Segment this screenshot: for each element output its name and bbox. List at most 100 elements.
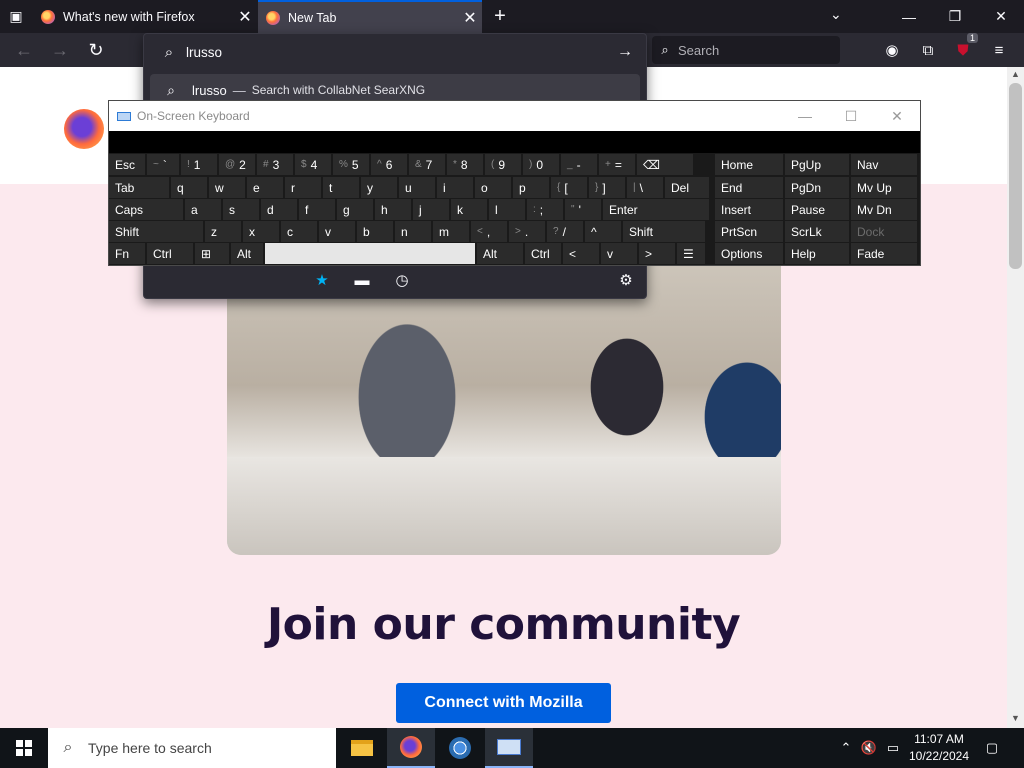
osk-key-symbol[interactable]: :; xyxy=(527,199,563,220)
history-clock-icon[interactable]: ◷ xyxy=(392,270,412,290)
osk-key-mv-up[interactable]: Mv Up xyxy=(851,177,917,198)
chevron-down-icon[interactable]: ⌄ xyxy=(830,6,842,23)
osk-key-pause[interactable]: Pause xyxy=(785,199,849,220)
osk-key-z[interactable]: z xyxy=(205,221,241,242)
osk-key-v[interactable]: v xyxy=(601,243,637,264)
osk-key-alt[interactable]: Alt xyxy=(231,243,263,264)
osk-key-w[interactable]: w xyxy=(209,177,245,198)
osk-key-shift[interactable]: Shift xyxy=(623,221,705,242)
scroll-down-icon[interactable]: ▼ xyxy=(1010,713,1021,723)
menu-icon[interactable]: ≡ xyxy=(988,39,1010,61)
osk-key-alt[interactable]: Alt xyxy=(477,243,523,264)
osk-close-button[interactable]: ✕ xyxy=(874,108,920,125)
file-explorer-icon[interactable] xyxy=(338,728,386,768)
clock[interactable]: 11:07 AM 10/22/2024 xyxy=(904,731,974,765)
volume-muted-icon[interactable]: 🔇 xyxy=(858,728,880,768)
forward-button[interactable]: → xyxy=(48,38,72,62)
osk-key-g[interactable]: g xyxy=(337,199,373,220)
osk-key-symbol[interactable]: ^ xyxy=(585,221,621,242)
scrollbar-thumb[interactable] xyxy=(1009,83,1022,269)
chrome-taskbar-icon[interactable] xyxy=(436,728,484,768)
firefox-taskbar-icon[interactable] xyxy=(387,728,435,768)
osk-key-prtscn[interactable]: PrtScn xyxy=(715,221,783,242)
osk-key-p[interactable]: p xyxy=(513,177,549,198)
osk-key-f[interactable]: f xyxy=(299,199,335,220)
osk-key-options[interactable]: Options xyxy=(715,243,783,264)
osk-key-shift[interactable]: Shift xyxy=(109,221,203,242)
osk-key-insert[interactable]: Insert xyxy=(715,199,783,220)
osk-key-home[interactable]: Home xyxy=(715,154,783,175)
osk-key-esc[interactable]: Esc xyxy=(109,154,145,175)
osk-key-enter[interactable]: Enter xyxy=(603,199,709,220)
osk-key-h[interactable]: h xyxy=(375,199,411,220)
osk-key-tab[interactable]: Tab xyxy=(109,177,169,198)
osk-key-del[interactable]: Del xyxy=(665,177,709,198)
osk-key-1[interactable]: ! 1 xyxy=(181,154,217,175)
osk-key-d[interactable]: d xyxy=(261,199,297,220)
osk-key-4[interactable]: $4 xyxy=(295,154,331,175)
minimize-button[interactable]: — xyxy=(886,0,932,33)
osk-key-c[interactable]: c xyxy=(281,221,317,242)
osk-key-nav[interactable]: Nav xyxy=(851,154,917,175)
osk-key-scrlk[interactable]: ScrLk xyxy=(785,221,849,242)
osk-key-symbol[interactable]: <, xyxy=(471,221,507,242)
osk-key-l[interactable]: l xyxy=(489,199,525,220)
osk-key-symbol[interactable]: {[ xyxy=(551,177,587,198)
start-button[interactable] xyxy=(0,728,48,768)
restore-button[interactable]: ❐ xyxy=(932,0,978,33)
osk-key-dock[interactable]: Dock xyxy=(851,221,917,242)
network-icon[interactable]: ▭ xyxy=(882,728,904,768)
osk-key-5[interactable]: % 5 xyxy=(333,154,369,175)
osk-key-symbol[interactable]: < xyxy=(563,243,599,264)
osk-key-symbol[interactable]: | \ xyxy=(627,177,663,198)
go-arrow-icon[interactable]: → xyxy=(610,43,640,61)
taskbar-search[interactable]: ⌕ Type here to search xyxy=(48,728,336,768)
osk-minimize-button[interactable]: — xyxy=(782,108,828,124)
osk-key-fade[interactable]: Fade xyxy=(851,243,917,264)
osk-key-caps[interactable]: Caps xyxy=(109,199,183,220)
page-scrollbar[interactable]: ▲ ▼ xyxy=(1007,67,1024,728)
osk-key-n[interactable]: n xyxy=(395,221,431,242)
connect-button[interactable]: Connect with Mozilla xyxy=(396,683,611,723)
chevron-up-icon[interactable]: ⌃ xyxy=(836,728,856,768)
osk-key-symbol[interactable]: ~ ` xyxy=(147,154,179,175)
notifications-icon[interactable]: ▢ xyxy=(980,728,1004,768)
osk-key-symbol[interactable]: + = xyxy=(599,154,635,175)
close-tab-icon[interactable]: ✕ xyxy=(458,8,482,28)
back-button[interactable]: ← xyxy=(12,38,36,62)
osk-key-b[interactable]: b xyxy=(357,221,393,242)
osk-key-y[interactable]: y xyxy=(361,177,397,198)
osk-key-q[interactable]: q xyxy=(171,177,207,198)
osk-key-r[interactable]: r xyxy=(285,177,321,198)
close-tab-icon[interactable]: ✕ xyxy=(233,7,257,27)
tabs-icon[interactable]: ▬ xyxy=(352,270,372,290)
osk-key-k[interactable]: k xyxy=(451,199,487,220)
osk-key-0[interactable]: ) 0 xyxy=(523,154,559,175)
new-tab-button[interactable]: + xyxy=(486,0,514,33)
osk-key-2[interactable]: @2 xyxy=(219,154,255,175)
search-box[interactable]: ⌕ Search xyxy=(652,36,840,64)
reload-button[interactable]: ↻ xyxy=(84,38,108,62)
osk-key-ctrl[interactable]: Ctrl xyxy=(147,243,193,264)
account-icon[interactable]: ◉ xyxy=(881,39,903,61)
osk-key-end[interactable]: End xyxy=(715,177,783,198)
osk-taskbar-icon[interactable] xyxy=(485,728,533,768)
osk-key-u[interactable]: u xyxy=(399,177,435,198)
settings-gear-icon[interactable]: ⚙ xyxy=(616,270,636,290)
url-input[interactable]: ⌕ lrusso → xyxy=(152,39,640,65)
osk-key-symbol[interactable]: " ' xyxy=(565,199,601,220)
tab-new-tab[interactable]: New Tab ✕ xyxy=(258,0,482,33)
osk-key-e[interactable]: e xyxy=(247,177,283,198)
osk-key-o[interactable]: o xyxy=(475,177,511,198)
osk-key-a[interactable]: a xyxy=(185,199,221,220)
close-window-button[interactable]: ✕ xyxy=(978,0,1024,33)
osk-key-3[interactable]: #3 xyxy=(257,154,293,175)
osk-key-x[interactable]: x xyxy=(243,221,279,242)
osk-key-symbol[interactable]: ⌫ xyxy=(637,154,693,175)
osk-key-t[interactable]: t xyxy=(323,177,359,198)
osk-key-i[interactable]: i xyxy=(437,177,473,198)
osk-key-ctrl[interactable]: Ctrl xyxy=(525,243,561,264)
osk-key-symbol[interactable]: ⊞ xyxy=(195,243,229,264)
osk-key-6[interactable]: ^ 6 xyxy=(371,154,407,175)
osk-key-mv-dn[interactable]: Mv Dn xyxy=(851,199,917,220)
